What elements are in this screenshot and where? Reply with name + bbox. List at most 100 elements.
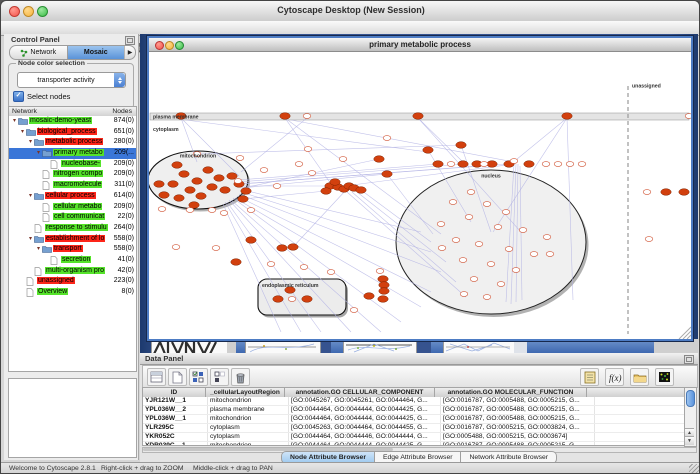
svg-text:cytoplasm: cytoplasm	[153, 127, 179, 133]
background-window-fragment[interactable]	[431, 339, 443, 353]
data-table-body: YJR121W__1mitochondrion[GO:0045267, GO:0…	[142, 397, 686, 446]
background-window-fragment[interactable]	[227, 339, 236, 353]
table-row[interactable]: YLR295Ccytoplasm[GO:0045263, GO:0044464,…	[143, 424, 685, 433]
table-row[interactable]: YPL036W__2plasma membrane[GO:0044464, GO…	[143, 406, 685, 415]
background-window-fragment[interactable]	[151, 339, 229, 353]
select-nodes-checkbox[interactable]: ✓	[13, 91, 24, 102]
expander-icon[interactable]: ▾	[27, 234, 34, 245]
node-color-selection-group: Node color selection transporter activit…	[8, 63, 134, 109]
tree-row[interactable]: macromolecule311(0)	[9, 180, 136, 191]
tab-mosaic-label: Mosaic	[84, 49, 108, 56]
tree-row-label: cellular metabo	[53, 203, 102, 210]
network-window-titlebar[interactable]: primary metabolic process	[149, 38, 691, 52]
expander-icon[interactable]: ▾	[35, 244, 42, 255]
table-cell: YPL036W__1	[143, 415, 208, 423]
background-window-fragment[interactable]	[331, 339, 343, 353]
status-welcome: Welcome to Cytoscape 2.8.1	[9, 465, 96, 472]
color-attribute-dropdown[interactable]: transporter activity	[17, 72, 126, 88]
tree-row[interactable]: ▾cellular process614(0)	[9, 191, 136, 202]
network-tab-icon	[20, 49, 28, 57]
tree-row[interactable]: ▾metabolic process280(0)	[9, 137, 136, 148]
background-window-fragment[interactable]	[443, 339, 516, 353]
tree-row-count: 209(0)	[114, 202, 134, 213]
tree-row-count: 558(0)	[114, 234, 134, 245]
delete-attribute-icon[interactable]	[231, 368, 250, 386]
tree-row-count: 41(0)	[118, 255, 134, 266]
table-cell: mitochondrion	[208, 397, 289, 405]
tree-row-label: macromolecule	[53, 181, 102, 188]
float-panel-icon[interactable]	[684, 355, 694, 364]
tree-row-label: nitrogen compo	[53, 170, 103, 177]
resize-grip[interactable]	[689, 464, 700, 474]
tree-row[interactable]: ▾biological_process651(0)	[9, 127, 136, 138]
table-cell: plasma membrane	[208, 406, 289, 414]
heatmap-icon[interactable]	[655, 368, 674, 386]
background-window-fragment[interactable]	[236, 339, 245, 353]
tree-row-count: 874(0)	[114, 116, 134, 127]
background-window-fragment[interactable]	[245, 339, 321, 353]
tree-row[interactable]: Overview8(0)	[9, 287, 136, 298]
tree-row[interactable]: ▾transport558(0)	[9, 244, 136, 255]
tree-row[interactable]: nucleobase-209(0)	[9, 159, 136, 170]
background-window-fragment[interactable]	[654, 339, 698, 353]
scrollbar-thumb[interactable]	[686, 390, 695, 407]
new-attribute-icon[interactable]	[168, 368, 187, 386]
expander-icon[interactable]: ▾	[11, 116, 18, 127]
tree-row[interactable]: ▾ establishment of lo 558(0)	[9, 234, 136, 245]
background-window-fragment[interactable]	[343, 339, 417, 353]
tree-row[interactable]: multi-organism pro42(0)	[9, 266, 136, 277]
tree-row[interactable]: cellular metabo 209(0)	[9, 202, 136, 213]
tab-network[interactable]: Network	[10, 46, 67, 59]
tree-row[interactable]: unassigned223(0)	[9, 276, 136, 287]
scroll-down-icon[interactable]: ▼	[685, 436, 694, 445]
data-panel: Data Panel f(x) ID_cellularLayo	[140, 353, 698, 462]
table-cell: [GO:0016787, GO:0005488, GO:0005215, G..…	[441, 415, 595, 423]
select-nodes-label: Select nodes	[27, 92, 70, 101]
expander-icon[interactable]: ▾	[19, 127, 26, 138]
tree-row-count: 558(0)	[114, 244, 134, 255]
tree-row-label: biological_process	[37, 128, 97, 135]
table-cell: cytoplasm	[208, 424, 289, 432]
expander-icon[interactable]: ▾	[27, 137, 34, 148]
background-window-fragment[interactable]	[527, 339, 654, 353]
tab-overflow-arrow-icon[interactable]: ▶	[124, 46, 135, 59]
attribute-table-icon[interactable]	[147, 368, 166, 386]
data-panel-toolbar: f(x)	[142, 365, 698, 388]
attribute-list-icon[interactable]	[580, 368, 599, 386]
tree-row[interactable]: ▾primary metabo209(...	[9, 148, 136, 159]
vertical-scrollbar[interactable]: ▲ ▼	[684, 387, 697, 447]
table-cell: [GO:0016787, GO:0005488, GO:0005215, G..…	[441, 442, 595, 446]
tree-row-label: cellular process	[45, 192, 96, 199]
expander-icon[interactable]: ▾	[35, 148, 42, 159]
expander-icon[interactable]: ▾	[27, 191, 34, 202]
tree-row[interactable]: cell communicat22(0)	[9, 212, 136, 223]
tree-row[interactable]: nitrogen compo209(0)	[9, 169, 136, 180]
table-cell: [GO:0045267, GO:0045261, GO:0044464, G..…	[289, 397, 441, 405]
tree-row-label: nucleobase-	[61, 160, 101, 167]
tab-mosaic[interactable]: Mosaic	[67, 46, 125, 59]
table-cell: [GO:0045263, GO:0044464, GO:0044455, G..…	[289, 424, 441, 432]
import-folder-icon[interactable]	[630, 368, 649, 386]
file-icon	[26, 288, 37, 302]
table-row[interactable]: YJR121W__1mitochondrion[GO:0045267, GO:0…	[143, 397, 685, 406]
control-panel: Control Panel Network Mosaic ▶ Node colo…	[4, 34, 139, 460]
function-builder-icon[interactable]: f(x)	[605, 368, 624, 386]
unselect-attributes-icon[interactable]	[210, 368, 229, 386]
table-cell: YKR052C	[143, 433, 208, 441]
tree-row-label: mosaic-demo-yeast	[29, 117, 92, 124]
tree-row-label: establishment of lo	[45, 235, 105, 242]
tree-row[interactable]: secretion41(0)	[9, 255, 136, 266]
tree-row[interactable]: response to stimulu264(0)	[9, 223, 136, 234]
table-cell: mitochondrion	[208, 415, 289, 423]
table-cell: YJR121W__1	[143, 397, 208, 405]
float-panel-icon[interactable]	[125, 36, 135, 45]
tree-row[interactable]: ▾ mosaic-demo-yeast 874(0)	[9, 116, 136, 127]
control-panel-tabs: Network Mosaic ▶	[9, 45, 136, 60]
network-canvas[interactable]: plasma membranecytoplasmmitochondrionnuc…	[149, 52, 691, 339]
table-row[interactable]: YDR039C__1mitochondrion[GO:0044464, GO:0…	[143, 442, 685, 446]
table-row[interactable]: YPL036W__1mitochondrion[GO:0044464, GO:0…	[143, 415, 685, 424]
table-row[interactable]: YKR052Ccytoplasm[GO:0044464, GO:0044446,…	[143, 433, 685, 442]
birdseye-view-panel[interactable]	[8, 378, 137, 458]
select-attributes-icon[interactable]	[189, 368, 208, 386]
background-window-fragment[interactable]	[514, 339, 527, 353]
